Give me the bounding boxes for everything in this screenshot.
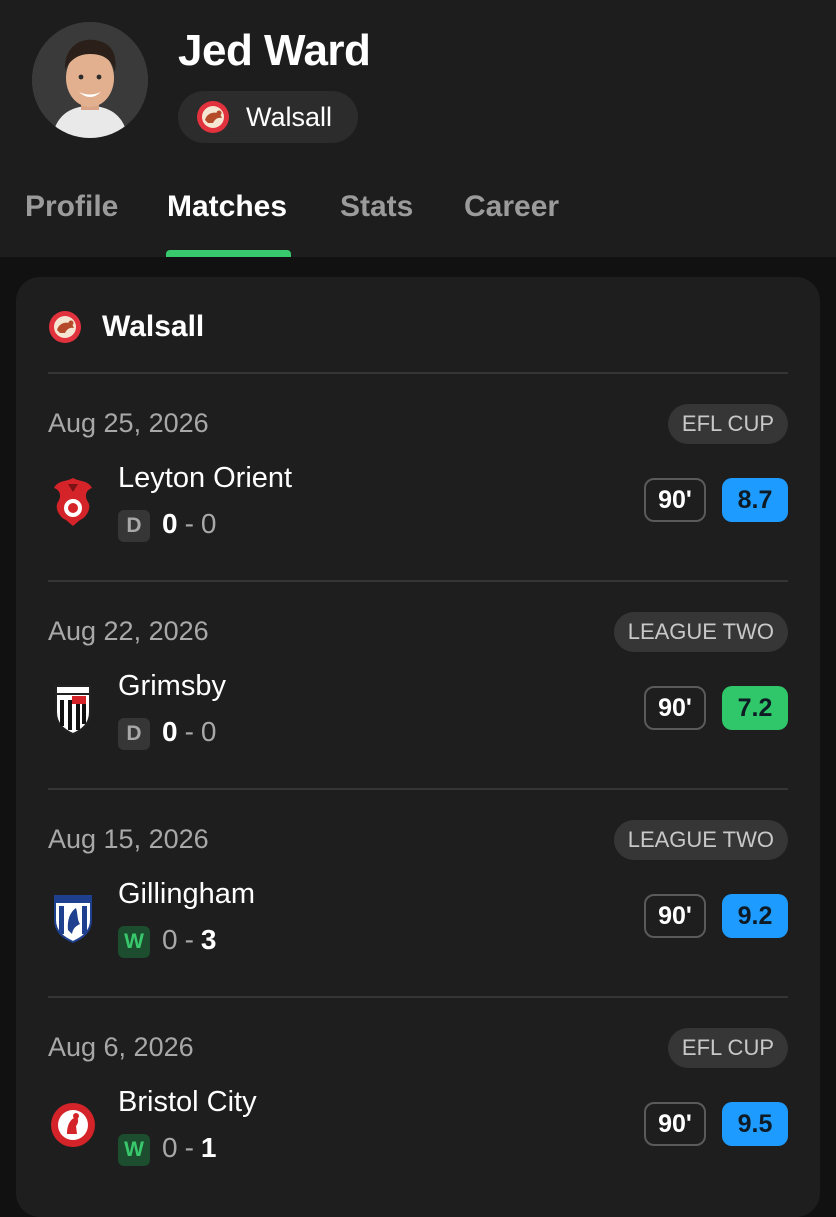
match-row[interactable]: Aug 6, 2026 EFL CUP Bristol City W 0-1 9… bbox=[16, 998, 820, 1198]
result-badge: D bbox=[118, 510, 150, 542]
player-photo-icon bbox=[32, 22, 148, 138]
walsall-crest-icon bbox=[49, 311, 81, 343]
match-score: 0-0 bbox=[162, 716, 217, 747]
rating-badge: 8.7 bbox=[722, 478, 788, 522]
score-home: 0 bbox=[162, 924, 178, 955]
score-home: 0 bbox=[162, 508, 178, 539]
grimsby-crest-icon bbox=[55, 685, 91, 736]
match-score: 0-3 bbox=[162, 924, 217, 955]
opponent-name: Leyton Orient bbox=[118, 462, 293, 494]
result-badge: D bbox=[118, 718, 150, 750]
tab-profile[interactable]: Profile bbox=[25, 190, 118, 224]
team-chip-label: Walsall bbox=[246, 101, 333, 132]
match-row[interactable]: Aug 15, 2026 LEAGUE TWO Gillingham W 0-3… bbox=[16, 790, 820, 990]
bristol-city-crest-icon bbox=[51, 1103, 95, 1147]
result-badge: W bbox=[118, 1134, 150, 1166]
score-away: 0 bbox=[200, 716, 217, 747]
tab-career[interactable]: Career bbox=[464, 190, 559, 224]
match-row[interactable]: Aug 25, 2026 EFL CUP Leyton Orient D 0-0… bbox=[16, 374, 820, 574]
tab-bar: Profile Matches Stats Career bbox=[0, 178, 836, 257]
minutes-played: 90' bbox=[644, 894, 706, 938]
active-tab-indicator bbox=[166, 250, 291, 257]
match-date: Aug 22, 2026 bbox=[48, 616, 209, 646]
rating-badge: 9.2 bbox=[722, 894, 788, 938]
match-row[interactable]: Aug 22, 2026 LEAGUE TWO Grimsby D 0-0 90… bbox=[16, 582, 820, 782]
team-chip[interactable]: Walsall bbox=[178, 91, 358, 143]
match-date: Aug 15, 2026 bbox=[48, 824, 209, 854]
walsall-crest-icon bbox=[197, 101, 229, 133]
opponent-name: Bristol City bbox=[118, 1086, 257, 1118]
competition-badge: LEAGUE TWO bbox=[613, 612, 788, 652]
score-home: 0 bbox=[162, 1132, 178, 1163]
opponent-name: Grimsby bbox=[118, 670, 226, 702]
rating-badge: 7.2 bbox=[722, 686, 788, 730]
player-avatar[interactable] bbox=[32, 22, 148, 138]
card-header: Walsall bbox=[48, 307, 204, 347]
player-name: Jed Ward bbox=[178, 26, 371, 75]
result-badge: W bbox=[118, 926, 150, 958]
score-home: 0 bbox=[162, 716, 178, 747]
leyton-orient-crest-icon bbox=[54, 478, 92, 526]
tab-stats[interactable]: Stats bbox=[340, 190, 413, 224]
score-away: 3 bbox=[200, 924, 217, 955]
gillingham-crest-icon bbox=[54, 895, 92, 944]
matches-card: Walsall Aug 25, 2026 EFL CUP Leyton Orie… bbox=[16, 277, 820, 1217]
match-date: Aug 25, 2026 bbox=[48, 408, 209, 438]
player-header: Jed Ward Walsall Profile Matches Stats C… bbox=[0, 0, 836, 257]
opponent-name: Gillingham bbox=[118, 878, 255, 910]
tab-matches[interactable]: Matches bbox=[167, 190, 287, 224]
minutes-played: 90' bbox=[644, 478, 706, 522]
match-score: 0-1 bbox=[162, 1132, 217, 1163]
competition-badge: LEAGUE TWO bbox=[613, 820, 788, 860]
competition-badge: EFL CUP bbox=[667, 1028, 788, 1068]
competition-badge: EFL CUP bbox=[667, 404, 788, 444]
match-score: 0-0 bbox=[162, 508, 217, 539]
card-title: Walsall bbox=[102, 310, 205, 343]
match-date: Aug 6, 2026 bbox=[48, 1032, 194, 1062]
minutes-played: 90' bbox=[644, 1102, 706, 1146]
rating-badge: 9.5 bbox=[722, 1102, 788, 1146]
score-away: 1 bbox=[200, 1132, 217, 1163]
score-away: 0 bbox=[200, 508, 217, 539]
minutes-played: 90' bbox=[644, 686, 706, 730]
